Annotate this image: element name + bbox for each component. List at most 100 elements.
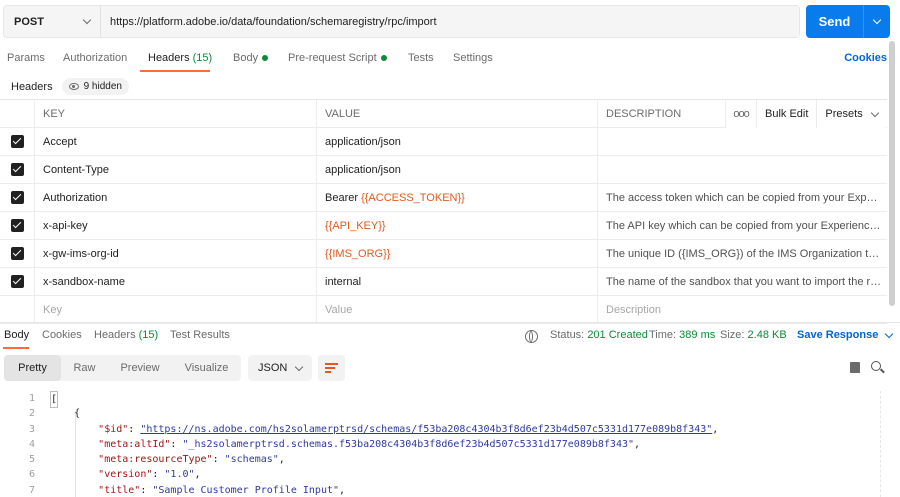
send-button-group: Send <box>806 5 890 38</box>
header-value-cell[interactable]: application/json <box>317 128 598 155</box>
table-row: x-gw-ims-org-id {{IMS_ORG}} The unique I… <box>0 240 887 268</box>
table-row: Accept application/json <box>0 128 887 156</box>
header-value-cell[interactable]: internal <box>317 268 598 295</box>
tab-tests[interactable]: Tests <box>408 52 434 64</box>
size-readout: Size: 2.48 KB <box>720 329 787 341</box>
header-value-cell[interactable]: Bearer {{ACCESS_TOKEN}} <box>317 184 598 211</box>
row-checkbox[interactable] <box>0 184 35 211</box>
chevron-down-icon <box>871 108 880 117</box>
send-options-button[interactable] <box>864 5 890 38</box>
request-tabs: Params Authorization Headers (15) Body P… <box>0 48 900 72</box>
resp-tab-headers[interactable]: Headers (15) <box>94 329 158 341</box>
new-key-input[interactable]: Key <box>35 296 317 323</box>
table-tools: ooo Bulk Edit Presets <box>725 100 887 128</box>
column-header-key: KEY <box>35 100 317 127</box>
json-key: "$id" <box>98 423 129 435</box>
header-value-cell[interactable]: {{API_KEY}} <box>317 212 598 239</box>
checkbox-column-header <box>0 100 35 127</box>
header-key-cell[interactable]: x-api-key <box>35 212 317 239</box>
table-row: x-api-key {{API_KEY}} The API key which … <box>0 212 887 240</box>
code-line: 4 "meta:altId": "_hs2solamerptrsd.schema… <box>0 437 880 452</box>
cookies-link[interactable]: Cookies <box>844 52 887 64</box>
code-text: "title": "Sample Customer Profile Input"… <box>98 484 346 496</box>
resp-tab-cookies[interactable]: Cookies <box>42 329 82 341</box>
header-value-cell[interactable]: {{IMS_ORG}} <box>317 240 598 267</box>
checkbox-checked-icon <box>10 163 24 176</box>
format-dropdown[interactable]: JSON <box>248 355 312 381</box>
time-value: 389 ms <box>679 329 716 341</box>
description-text: The access token which can be copied fro… <box>606 191 882 204</box>
header-description-cell[interactable]: The unique ID ({IMS_ORG}) of the IMS Org… <box>598 240 887 267</box>
header-description-cell[interactable]: The access token which can be copied fro… <box>598 184 887 211</box>
header-description-cell[interactable]: The name of the sandbox that you want to… <box>598 268 887 295</box>
table-row: Content-Type application/json <box>0 156 887 184</box>
view-pretty[interactable]: Pretty <box>4 355 61 381</box>
header-description-cell[interactable] <box>598 156 887 183</box>
active-tab-indicator <box>140 70 210 72</box>
resp-tab-headers-count: (15) <box>138 329 159 341</box>
tab-authorization[interactable]: Authorization <box>63 52 127 64</box>
empty-checkbox-cell <box>0 296 35 323</box>
tab-params[interactable]: Params <box>7 52 45 64</box>
row-checkbox[interactable] <box>0 128 35 155</box>
active-tab-indicator <box>3 347 29 349</box>
tab-headers[interactable]: Headers (15) <box>148 52 212 64</box>
tab-body-label: Body <box>233 52 259 64</box>
tab-body[interactable]: Body <box>233 52 269 64</box>
new-value-input[interactable]: Value <box>317 296 598 323</box>
copy-icon[interactable] <box>847 359 860 373</box>
column-header-value: VALUE <box>317 100 598 127</box>
header-key-cell[interactable]: Authorization <box>35 184 317 211</box>
code-text: { <box>50 408 81 420</box>
time-readout: Time: 389 ms <box>649 329 715 341</box>
header-description-cell[interactable] <box>598 128 887 155</box>
table-scrollbar[interactable] <box>889 41 895 306</box>
json-link-value[interactable]: "https://ns.adobe.com/hs2solamerptrsd/sc… <box>140 424 712 435</box>
code-scrollbar[interactable] <box>880 391 881 497</box>
bulk-edit-button[interactable]: Bulk Edit <box>756 100 816 128</box>
tab-prerequest-script[interactable]: Pre-request Script <box>288 52 387 64</box>
variable-token: {{ACCESS_TOKEN}} <box>361 191 465 204</box>
code-line: 1[ <box>0 391 880 409</box>
code-text: "$id": "https://ns.adobe.com/hs2solamerp… <box>98 423 719 435</box>
view-raw[interactable]: Raw <box>61 355 108 381</box>
row-checkbox[interactable] <box>0 268 35 295</box>
table-row: x-sandbox-name internal The name of the … <box>0 268 887 296</box>
code-text: "meta:resourceType": "schemas", <box>98 454 285 466</box>
header-key-cell[interactable]: x-gw-ims-org-id <box>35 240 317 267</box>
resp-tab-test-results[interactable]: Test Results <box>170 329 230 341</box>
view-preview[interactable]: Preview <box>108 355 172 381</box>
method-select[interactable]: POST <box>4 6 101 37</box>
url-input[interactable]: https://platform.adobe.io/data/foundatio… <box>101 6 799 37</box>
wrap-icon-line <box>325 371 331 373</box>
resp-tab-body[interactable]: Body <box>4 329 29 341</box>
view-visualize[interactable]: Visualize <box>172 355 241 381</box>
code-line: 5 "meta:resourceType": "schemas", <box>0 452 880 467</box>
tab-settings[interactable]: Settings <box>453 52 493 64</box>
save-response-label: Save Response <box>797 329 879 341</box>
send-button[interactable]: Send <box>806 5 864 38</box>
chevron-down-icon <box>294 362 304 371</box>
table-header-row: KEY VALUE DESCRIPTION ooo Bulk Edit Pres… <box>0 100 887 128</box>
response-tabs: Body Cookies Headers (15) Test Results S… <box>0 322 900 349</box>
format-label: JSON <box>258 362 288 374</box>
more-options-icon[interactable]: ooo <box>725 100 756 128</box>
save-response-button[interactable]: Save Response <box>797 329 894 341</box>
header-key-cell[interactable]: Accept <box>35 128 317 155</box>
variable-token: {{IMS_ORG}} <box>325 247 391 260</box>
presets-dropdown[interactable]: Presets <box>816 100 886 128</box>
row-checkbox[interactable] <box>0 212 35 239</box>
header-description-cell[interactable]: The API key which can be copied from you… <box>598 212 887 239</box>
row-checkbox[interactable] <box>0 240 35 267</box>
header-key-cell[interactable]: x-sandbox-name <box>35 268 317 295</box>
hidden-headers-toggle[interactable]: 9 hidden <box>61 78 129 95</box>
search-icon[interactable] <box>871 361 881 371</box>
globe-icon[interactable] <box>525 330 538 343</box>
new-description-input[interactable]: Description <box>598 296 887 323</box>
header-value-cell[interactable]: application/json <box>317 156 598 183</box>
code-line: 7 "title": "Sample Customer Profile Inpu… <box>0 483 880 497</box>
row-checkbox[interactable] <box>0 156 35 183</box>
checkbox-checked-icon <box>10 191 24 204</box>
header-key-cell[interactable]: Content-Type <box>35 156 317 183</box>
wrap-lines-button[interactable] <box>318 355 345 381</box>
